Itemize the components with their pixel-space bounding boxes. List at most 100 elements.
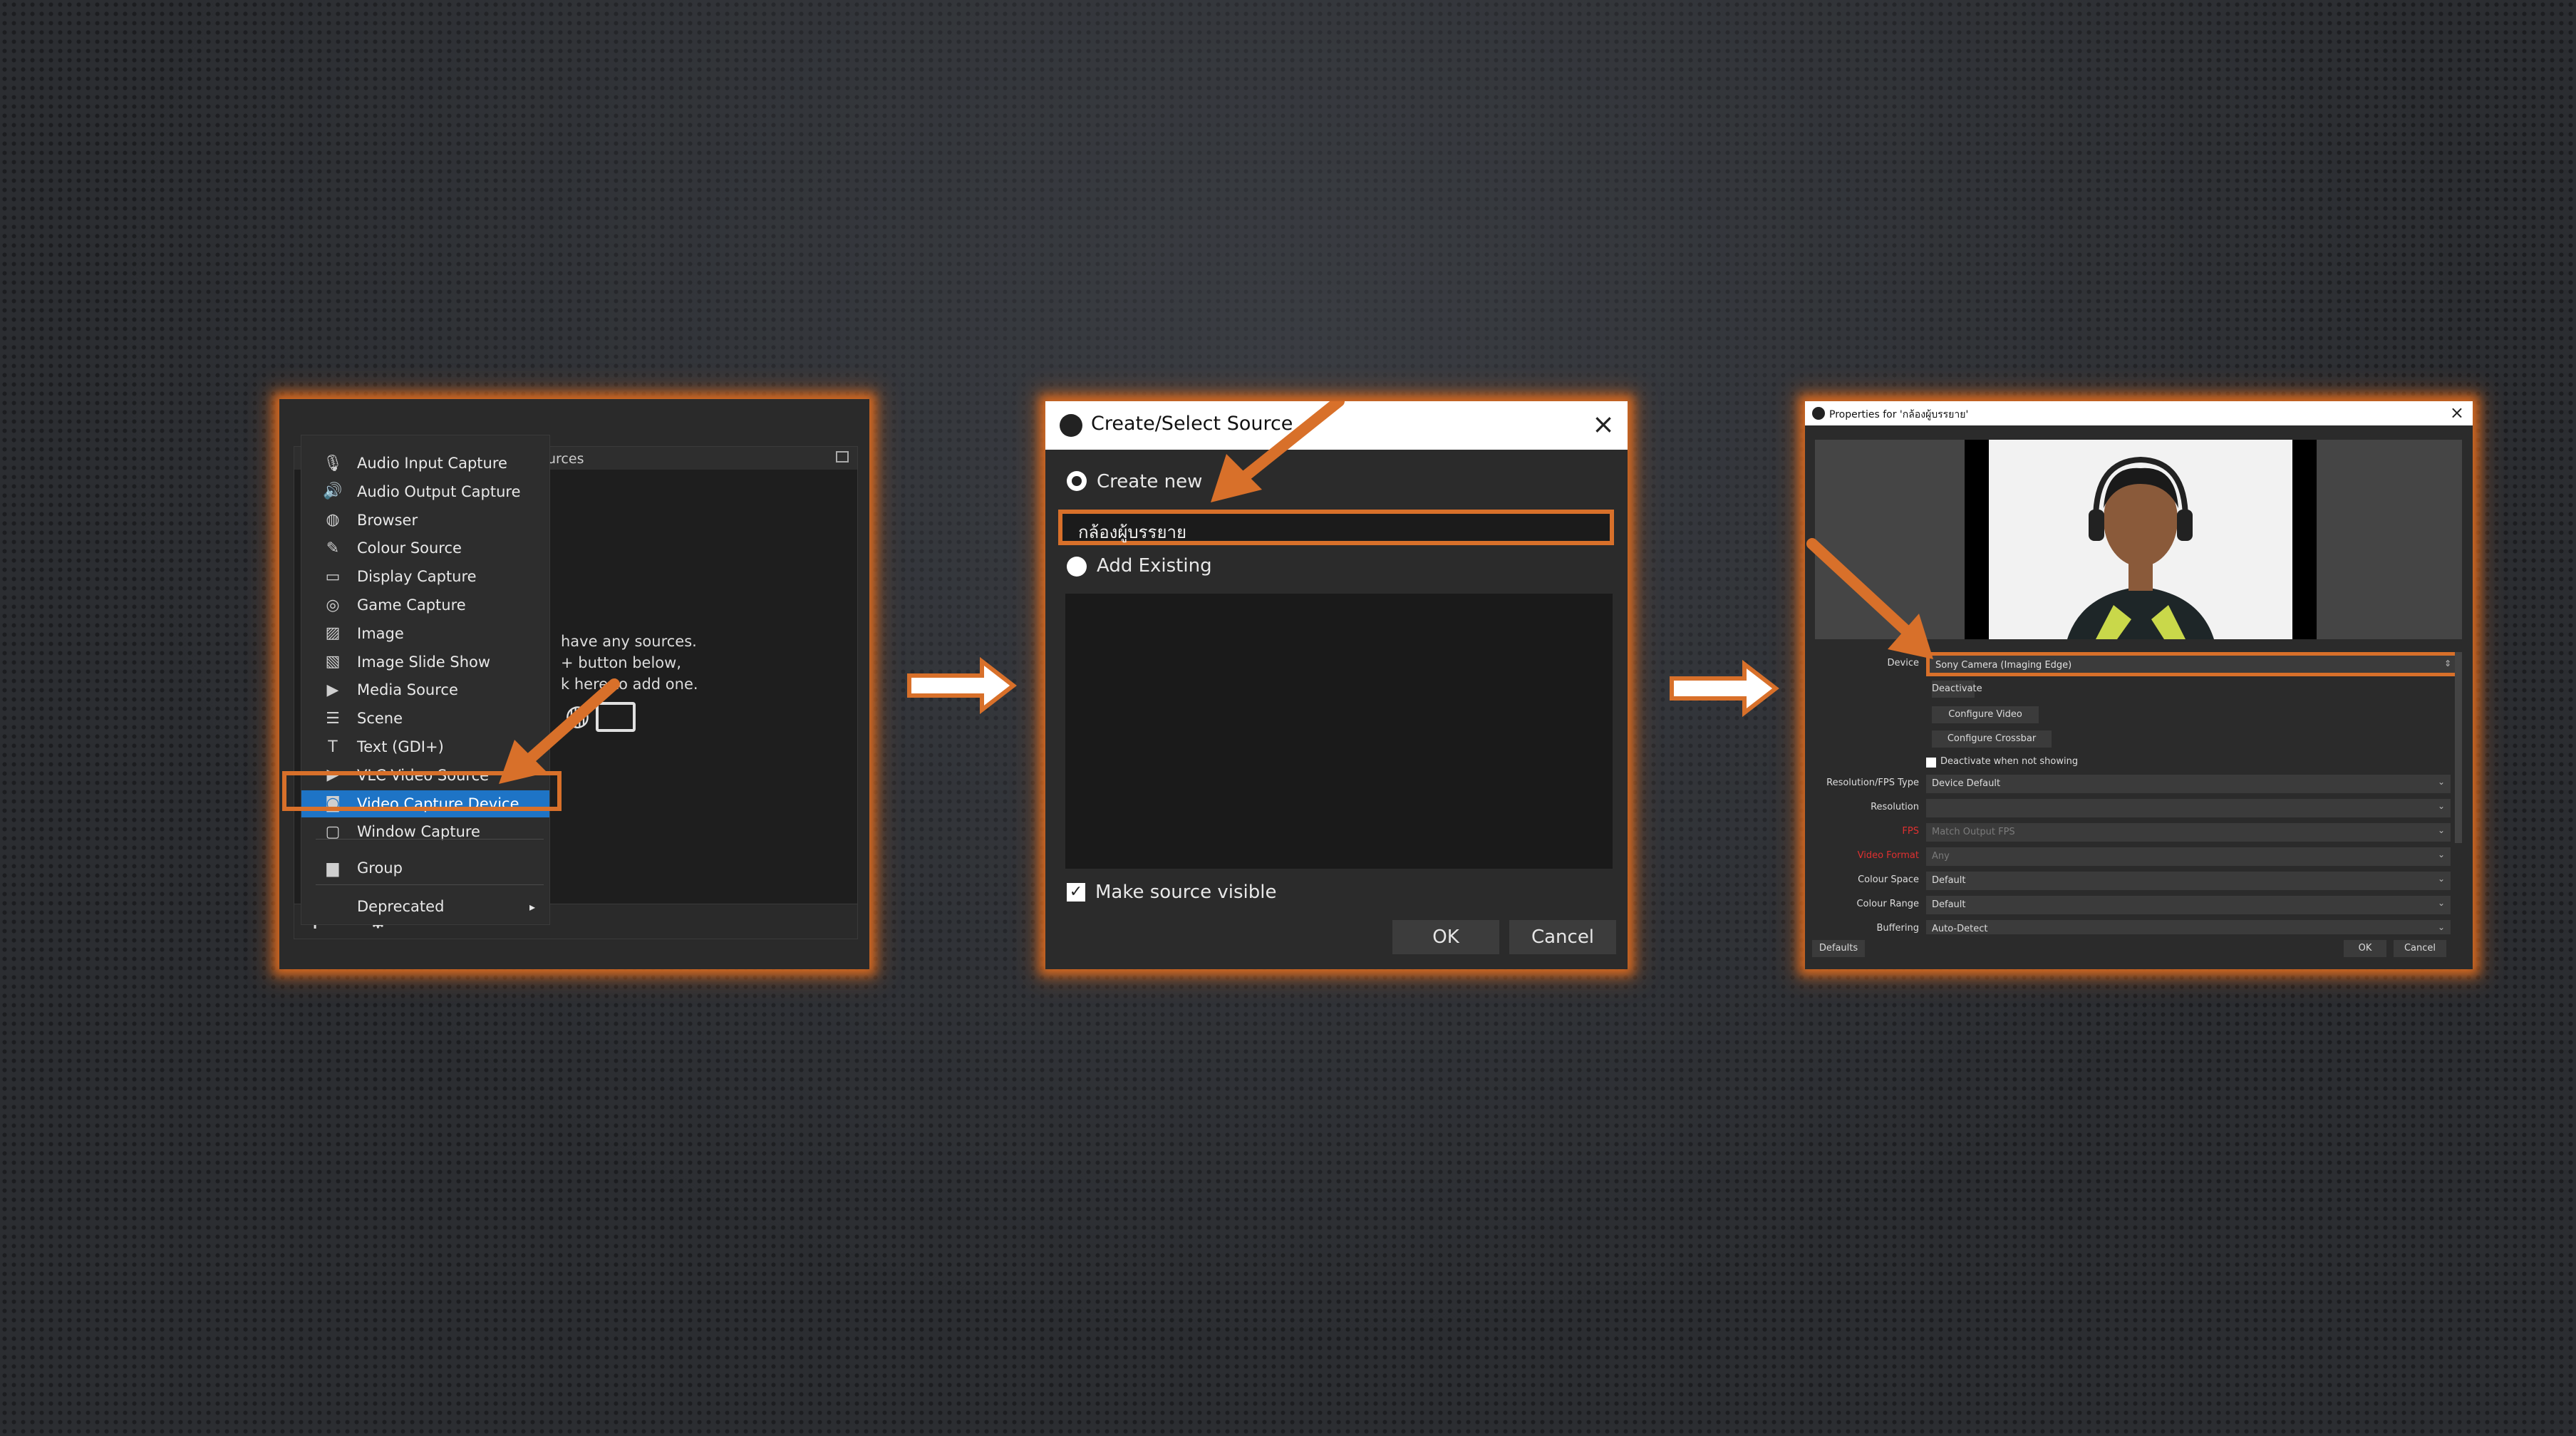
chevron-down-icon: ⌄: [2437, 898, 2445, 908]
spinner-icon: ⇕: [2443, 658, 2451, 668]
properties-titlebar: Properties for 'กล้องผู้บรรยาย' ×: [1805, 401, 2473, 425]
obs-logo-icon: [1812, 407, 1825, 420]
camera-image: [1989, 440, 2292, 639]
ok-button[interactable]: OK: [1392, 920, 1499, 954]
property-label: Resolution/FPS Type: [1826, 778, 1919, 788]
sources-dock-title: urces: [547, 451, 584, 467]
menu-item-label: Image: [357, 624, 404, 642]
chevron-down-icon: ⌄: [2437, 825, 2445, 835]
paintbrush-icon: ✎: [326, 539, 340, 557]
deactivate-when-not-showing-label: Deactivate when not showing: [1940, 756, 2079, 767]
menu-item-audio-input-capture[interactable]: 🎙 Audio Input Capture: [301, 450, 549, 477]
add-existing-label: Add Existing: [1097, 555, 1212, 577]
property-select[interactable]: Any ⌄: [1926, 847, 2451, 866]
properties-form: Device Sony Camera (Imaging Edge) ⇕ Deac…: [1805, 646, 2473, 939]
source-name-input[interactable]: กล้องผู้บรรยาย: [1058, 510, 1614, 545]
monitor-icon: ▭: [325, 567, 341, 586]
menu-item-label: Audio Input Capture: [357, 455, 507, 472]
make-visible-checkbox[interactable]: ✓: [1067, 883, 1085, 902]
deactivate-button[interactable]: Deactivate: [1932, 681, 1982, 698]
panel-sources-menu: urces have any sources. + button below, …: [279, 399, 869, 969]
panel-properties: Properties for 'กล้องผู้บรรยาย' × Device…: [1805, 401, 2473, 969]
property-value: Match Output FPS: [1932, 827, 2015, 837]
radio-add-existing[interactable]: [1067, 557, 1087, 577]
property-value: Auto-Detect: [1932, 924, 1988, 934]
text-icon: T: [328, 738, 338, 756]
property-label: Video Format: [1857, 850, 1919, 861]
menu-item-label: Text (GDI+): [357, 738, 444, 755]
undock-icon[interactable]: [836, 451, 849, 463]
close-icon[interactable]: ×: [1592, 408, 1615, 440]
folder-icon: ▆: [326, 859, 339, 877]
flow-arrow-icon: [907, 657, 1017, 714]
property-label: Buffering: [1876, 923, 1919, 934]
property-select[interactable]: Default ⌄: [1926, 872, 2451, 890]
menu-item-image[interactable]: ▨ Image: [301, 620, 549, 647]
menu-item-window-capture[interactable]: ▢ Window Capture: [301, 818, 549, 845]
properties-scrollbar[interactable]: [2455, 652, 2462, 843]
empty-text-line-2: + button below,: [561, 654, 681, 671]
chevron-down-icon: ⌄: [2437, 922, 2445, 932]
property-select[interactable]: Device Default ⌄: [1926, 775, 2451, 793]
menu-item-label: Browser: [357, 511, 418, 529]
chevron-down-icon: ⌄: [2437, 801, 2445, 811]
device-select[interactable]: Sony Camera (Imaging Edge) ⇕: [1926, 652, 2459, 676]
menu-item-label: Group: [357, 859, 403, 877]
menu-item-label: Deprecated: [357, 898, 445, 915]
ok-button[interactable]: OK: [2344, 940, 2386, 957]
image-icon: ▨: [325, 624, 341, 643]
menu-item-colour-source[interactable]: ✎ Colour Source: [301, 534, 549, 562]
menu-separator: [316, 884, 544, 885]
chevron-down-icon: ⌄: [2437, 849, 2445, 859]
menu-item-label: Scene: [357, 710, 403, 728]
make-visible-label: Make source visible: [1095, 882, 1277, 903]
property-value: Default: [1932, 899, 1966, 910]
presenter-photo: [1989, 440, 2292, 639]
property-select[interactable]: Default ⌄: [1926, 896, 2451, 914]
close-icon[interactable]: ×: [2450, 403, 2464, 423]
pointer-arrow: [1806, 538, 1933, 659]
create-new-label: Create new: [1097, 471, 1203, 492]
existing-sources-list[interactable]: [1065, 594, 1613, 869]
properties-footer: Defaults OK Cancel: [1805, 934, 2473, 963]
pointer-arrow: [1211, 401, 1345, 502]
menu-item-audio-output-capture[interactable]: 🔊 Audio Output Capture: [301, 478, 549, 505]
radio-create-new[interactable]: [1067, 471, 1087, 491]
chevron-down-icon: ⌄: [2437, 777, 2445, 787]
menu-item-image-slide-show[interactable]: ▧ Image Slide Show: [301, 649, 549, 676]
property-value: Device Default: [1932, 778, 2001, 789]
menu-item-deprecated[interactable]: Deprecated ▸: [301, 893, 549, 920]
property-value: Any: [1932, 851, 1950, 862]
panel-create-source: Create/Select Source × Create new กล้องผ…: [1045, 401, 1628, 969]
submenu-arrow-icon: ▸: [529, 899, 535, 914]
menu-item-game-capture[interactable]: ◎ Game Capture: [301, 592, 549, 619]
defaults-button[interactable]: Defaults: [1812, 940, 1865, 957]
properties-title: Properties for 'กล้องผู้บรรยาย': [1829, 409, 1969, 420]
list-icon: ☰: [326, 709, 340, 728]
menu-item-label: Image Slide Show: [357, 653, 491, 671]
pointer-arrow: [499, 678, 620, 784]
property-value: Default: [1932, 875, 1966, 886]
microphone-icon: 🎙: [323, 454, 343, 472]
property-select[interactable]: Match Output FPS ⌄: [1926, 823, 2451, 842]
source-name-value: กล้องผู้บรรยาย: [1078, 522, 1187, 542]
deactivate-checkbox[interactable]: [1926, 758, 1936, 768]
menu-item-browser[interactable]: ◍ Browser: [301, 507, 549, 534]
menu-item-label: Audio Output Capture: [357, 482, 521, 500]
configure-video-button[interactable]: Configure Video: [1932, 706, 2039, 723]
preview-frame: [1965, 440, 2317, 639]
flow-arrow-icon: [1670, 660, 1779, 717]
radio-dot: [1072, 476, 1082, 486]
menu-item-group[interactable]: ▆ Group: [301, 854, 549, 882]
play-icon: ▶: [326, 681, 339, 699]
chevron-down-icon: ⌄: [2437, 874, 2445, 884]
property-label: Colour Space: [1858, 874, 1919, 885]
cancel-button[interactable]: Cancel: [2394, 940, 2446, 957]
property-select[interactable]: ⌄: [1926, 799, 2451, 817]
menu-item-label: Colour Source: [357, 539, 462, 557]
menu-item-label: Display Capture: [357, 568, 477, 586]
menu-item-display-capture[interactable]: ▭ Display Capture: [301, 563, 549, 590]
cancel-button[interactable]: Cancel: [1509, 920, 1616, 954]
configure-crossbar-button[interactable]: Configure Crossbar: [1932, 730, 2052, 748]
menu-item-label: Window Capture: [357, 823, 480, 841]
